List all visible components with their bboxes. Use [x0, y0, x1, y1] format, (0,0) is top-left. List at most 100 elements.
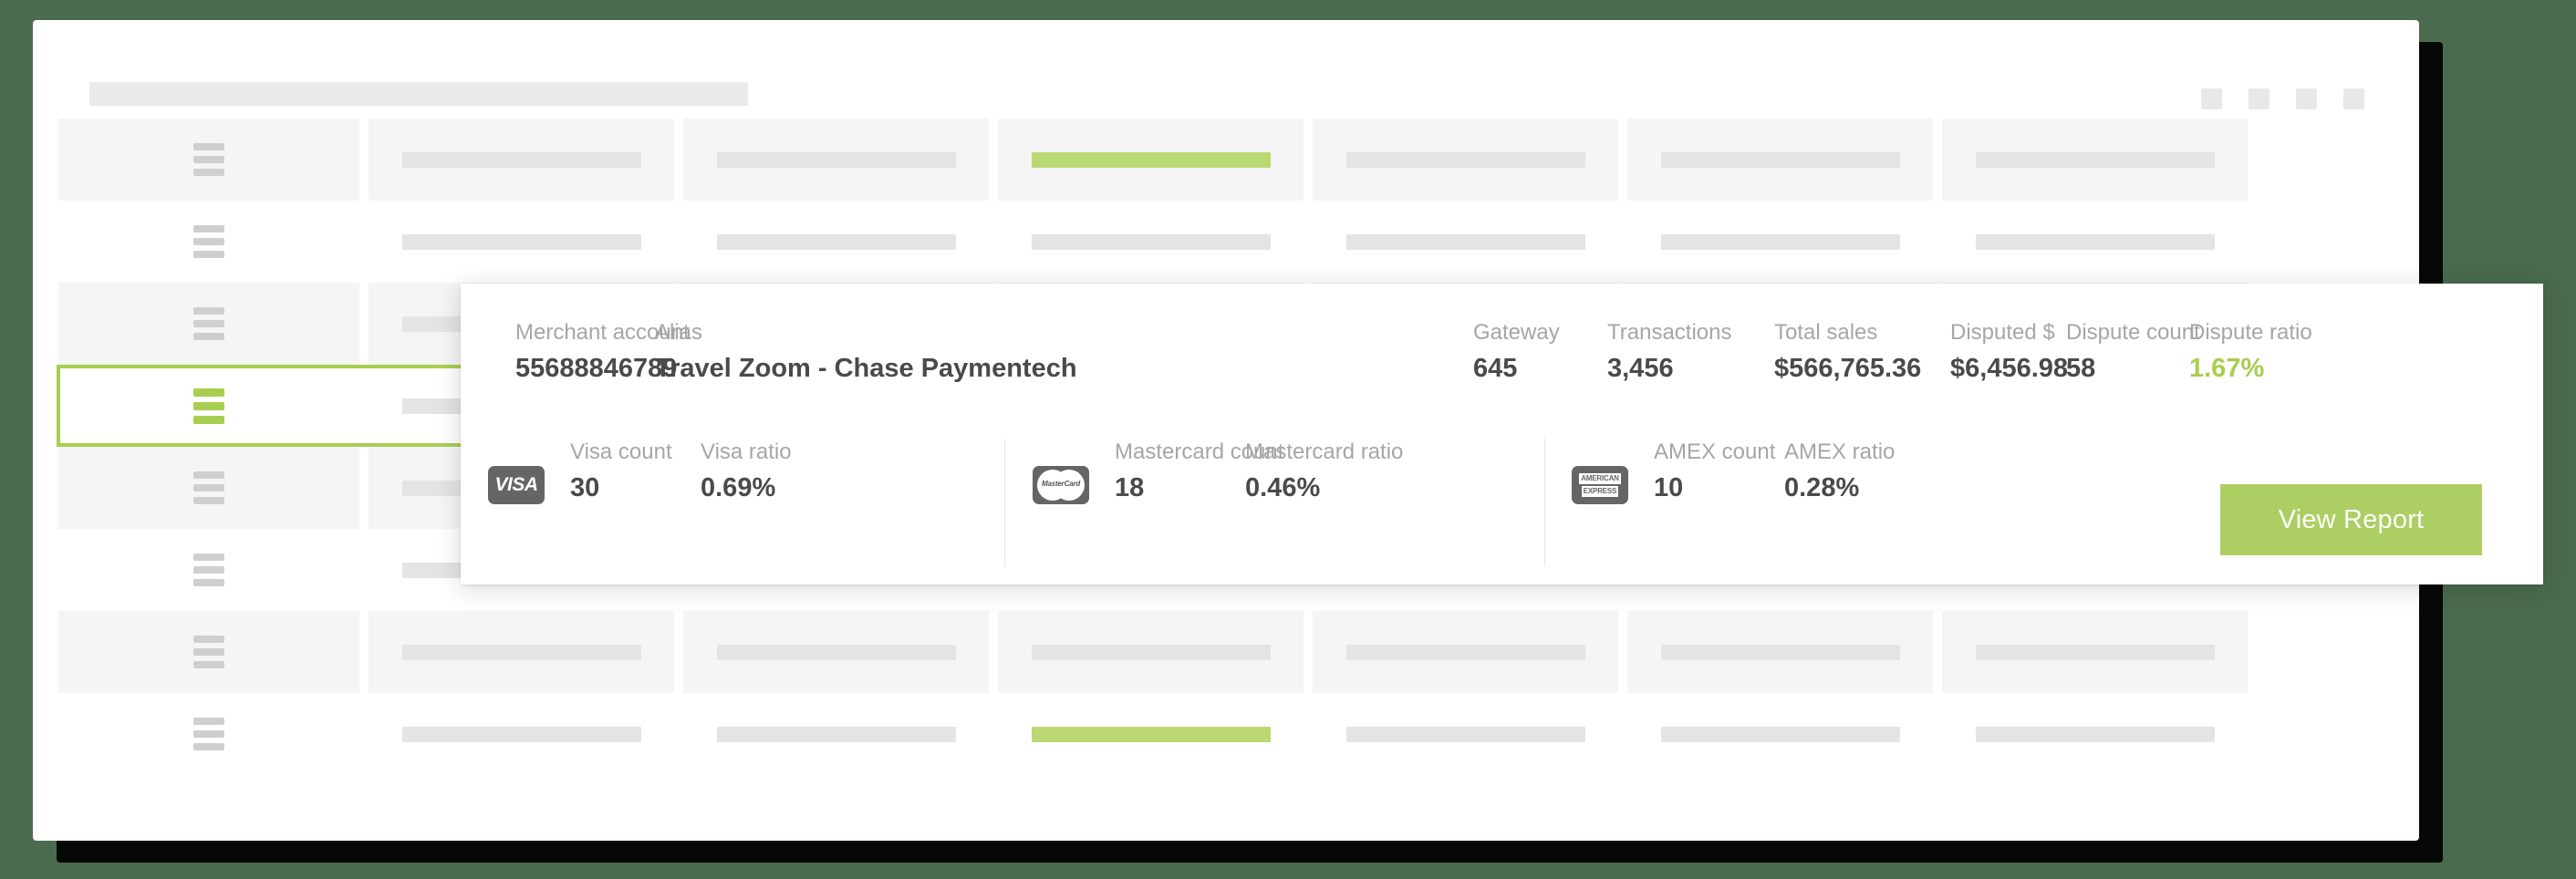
- cell-value-placeholder: [1031, 233, 1271, 250]
- mastercard-logo-text: MasterCard: [1041, 480, 1081, 488]
- cell-value-placeholder: [716, 233, 956, 250]
- table-cell: [683, 119, 989, 201]
- cell-value-placeholder: [401, 151, 641, 168]
- table-row[interactable]: [33, 693, 2419, 775]
- stat-amex-ratio: AMEX ratio 0.28%: [1784, 439, 1958, 506]
- stat-dispute-count-label: Dispute count: [2066, 320, 2200, 345]
- stat-disputed-amount-value: $6,456.98: [1950, 354, 2069, 383]
- stat-transactions-value: 3,456: [1607, 354, 1674, 383]
- amex-logo-stack: AMERICAN EXPRESS: [1579, 473, 1621, 497]
- card-brand-breakdown: VISA Visa count 30 Visa ratio 0.69% Mast…: [461, 411, 2543, 584]
- stat-total-sales-value: $566,765.36: [1774, 354, 1922, 383]
- table-cell: [998, 201, 1304, 283]
- cell-value-placeholder: [1975, 151, 2215, 168]
- table-cell: [1942, 611, 2248, 693]
- hamburger-menu-icon[interactable]: [193, 636, 224, 668]
- table-row[interactable]: [33, 119, 2419, 201]
- table-cell: [369, 201, 674, 283]
- stat-visa-count-label: Visa count: [570, 440, 672, 464]
- window-controls[interactable]: [2201, 88, 2364, 109]
- table-cell: [1942, 201, 2248, 283]
- amex-logo-text-line2: EXPRESS: [1581, 486, 1619, 497]
- visa-logo-icon: VISA: [488, 466, 545, 504]
- cell-value-placeholder: [1345, 233, 1585, 250]
- stat-gateway: Gateway 645: [1473, 319, 1560, 387]
- table-cell: [1313, 119, 1618, 201]
- cell-value-placeholder: [1660, 726, 1900, 742]
- table-cell: [1627, 119, 1933, 201]
- window-dot-2[interactable]: [2249, 88, 2270, 109]
- screenshot-stage: Merchant account 55688846789 Alias Trave…: [0, 0, 2576, 879]
- table-cell: [1942, 693, 2248, 775]
- stat-dispute-count: Dispute count 58: [2066, 319, 2200, 387]
- stat-dispute-ratio-label: Dispute ratio: [2189, 320, 2312, 345]
- stat-visa-ratio-value: 0.69%: [701, 473, 776, 502]
- mastercard-logo-icon: MasterCard: [1033, 466, 1089, 504]
- hamburger-menu-icon[interactable]: [193, 388, 224, 424]
- stat-alias-value: Travel Zoom - Chase Paymentech: [655, 354, 1077, 383]
- table-cell: [1627, 693, 1933, 775]
- cell-value-placeholder: [1975, 233, 2215, 250]
- cell-value-placeholder: [1660, 151, 1900, 168]
- stat-total-sales-label: Total sales: [1774, 320, 1878, 345]
- stat-disputed-amount-label: Disputed $: [1950, 320, 2055, 345]
- window-dot-1[interactable]: [2201, 88, 2222, 109]
- stat-dispute-count-value: 58: [2066, 354, 2096, 383]
- table-cell: [998, 693, 1304, 775]
- cell-value-placeholder: [1031, 151, 1271, 168]
- hamburger-menu-icon[interactable]: [193, 718, 224, 750]
- cell-value-placeholder: [716, 151, 956, 168]
- table-cell: [58, 447, 359, 529]
- merchant-detail-panel: Merchant account 55688846789 Alias Trave…: [461, 284, 2543, 584]
- table-cell: [369, 693, 674, 775]
- stat-gateway-label: Gateway: [1473, 320, 1560, 345]
- stat-mastercard-count-label: Mastercard count: [1115, 440, 1284, 464]
- hamburger-menu-icon[interactable]: [193, 307, 224, 340]
- table-cell: [369, 611, 674, 693]
- cell-value-placeholder: [1660, 644, 1900, 660]
- amex-logo-icon: AMERICAN EXPRESS: [1572, 466, 1628, 504]
- table-row[interactable]: [33, 611, 2419, 693]
- stat-visa-ratio-label: Visa ratio: [701, 440, 792, 464]
- table-cell: [1313, 201, 1618, 283]
- cell-value-placeholder: [401, 726, 641, 742]
- table-row[interactable]: [33, 201, 2419, 283]
- cell-value-placeholder: [401, 233, 641, 250]
- brand-group-amex: AMERICAN EXPRESS AMEX count 10 AMEX rati…: [1572, 439, 1958, 506]
- stat-amex-count-label: AMEX count: [1654, 440, 1776, 464]
- stat-amex-ratio-label: AMEX ratio: [1784, 440, 1896, 464]
- cell-value-placeholder: [1345, 726, 1585, 742]
- stat-amex-ratio-value: 0.28%: [1784, 473, 1860, 502]
- stat-mastercard-ratio-label: Mastercard ratio: [1245, 440, 1404, 464]
- table-cell: [369, 119, 674, 201]
- hamburger-menu-icon[interactable]: [193, 471, 224, 504]
- stat-visa-count: Visa count 30: [570, 439, 701, 506]
- stat-amex-count-value: 10: [1654, 473, 1684, 502]
- view-report-button[interactable]: View Report: [2220, 484, 2482, 555]
- cell-value-placeholder: [1345, 644, 1585, 660]
- stat-gateway-value: 645: [1473, 354, 1518, 383]
- table-cell: [1627, 611, 1933, 693]
- cell-value-placeholder: [716, 644, 956, 660]
- stat-mastercard-count-value: 18: [1115, 473, 1145, 502]
- stat-amex-count: AMEX count 10: [1654, 439, 1784, 506]
- table-cell: [58, 529, 359, 611]
- hamburger-menu-icon[interactable]: [193, 225, 224, 258]
- stat-alias-label: Alias: [655, 320, 703, 345]
- hamburger-menu-icon[interactable]: [193, 553, 224, 586]
- table-cell: [683, 693, 989, 775]
- table-cell: [1313, 693, 1618, 775]
- cell-value-placeholder: [1975, 726, 2215, 742]
- hamburger-menu-icon[interactable]: [193, 143, 224, 176]
- cell-value-placeholder: [1031, 644, 1271, 660]
- cell-value-placeholder: [1345, 151, 1585, 168]
- table-cell: [58, 283, 359, 365]
- stat-transactions: Transactions 3,456: [1607, 319, 1732, 387]
- table-cell: [58, 365, 359, 447]
- window-dot-3[interactable]: [2296, 88, 2317, 109]
- table-cell: [58, 201, 359, 283]
- cell-value-placeholder: [1975, 644, 2215, 660]
- window-dot-4[interactable]: [2343, 88, 2364, 109]
- table-cell: [998, 119, 1304, 201]
- table-cell: [683, 201, 989, 283]
